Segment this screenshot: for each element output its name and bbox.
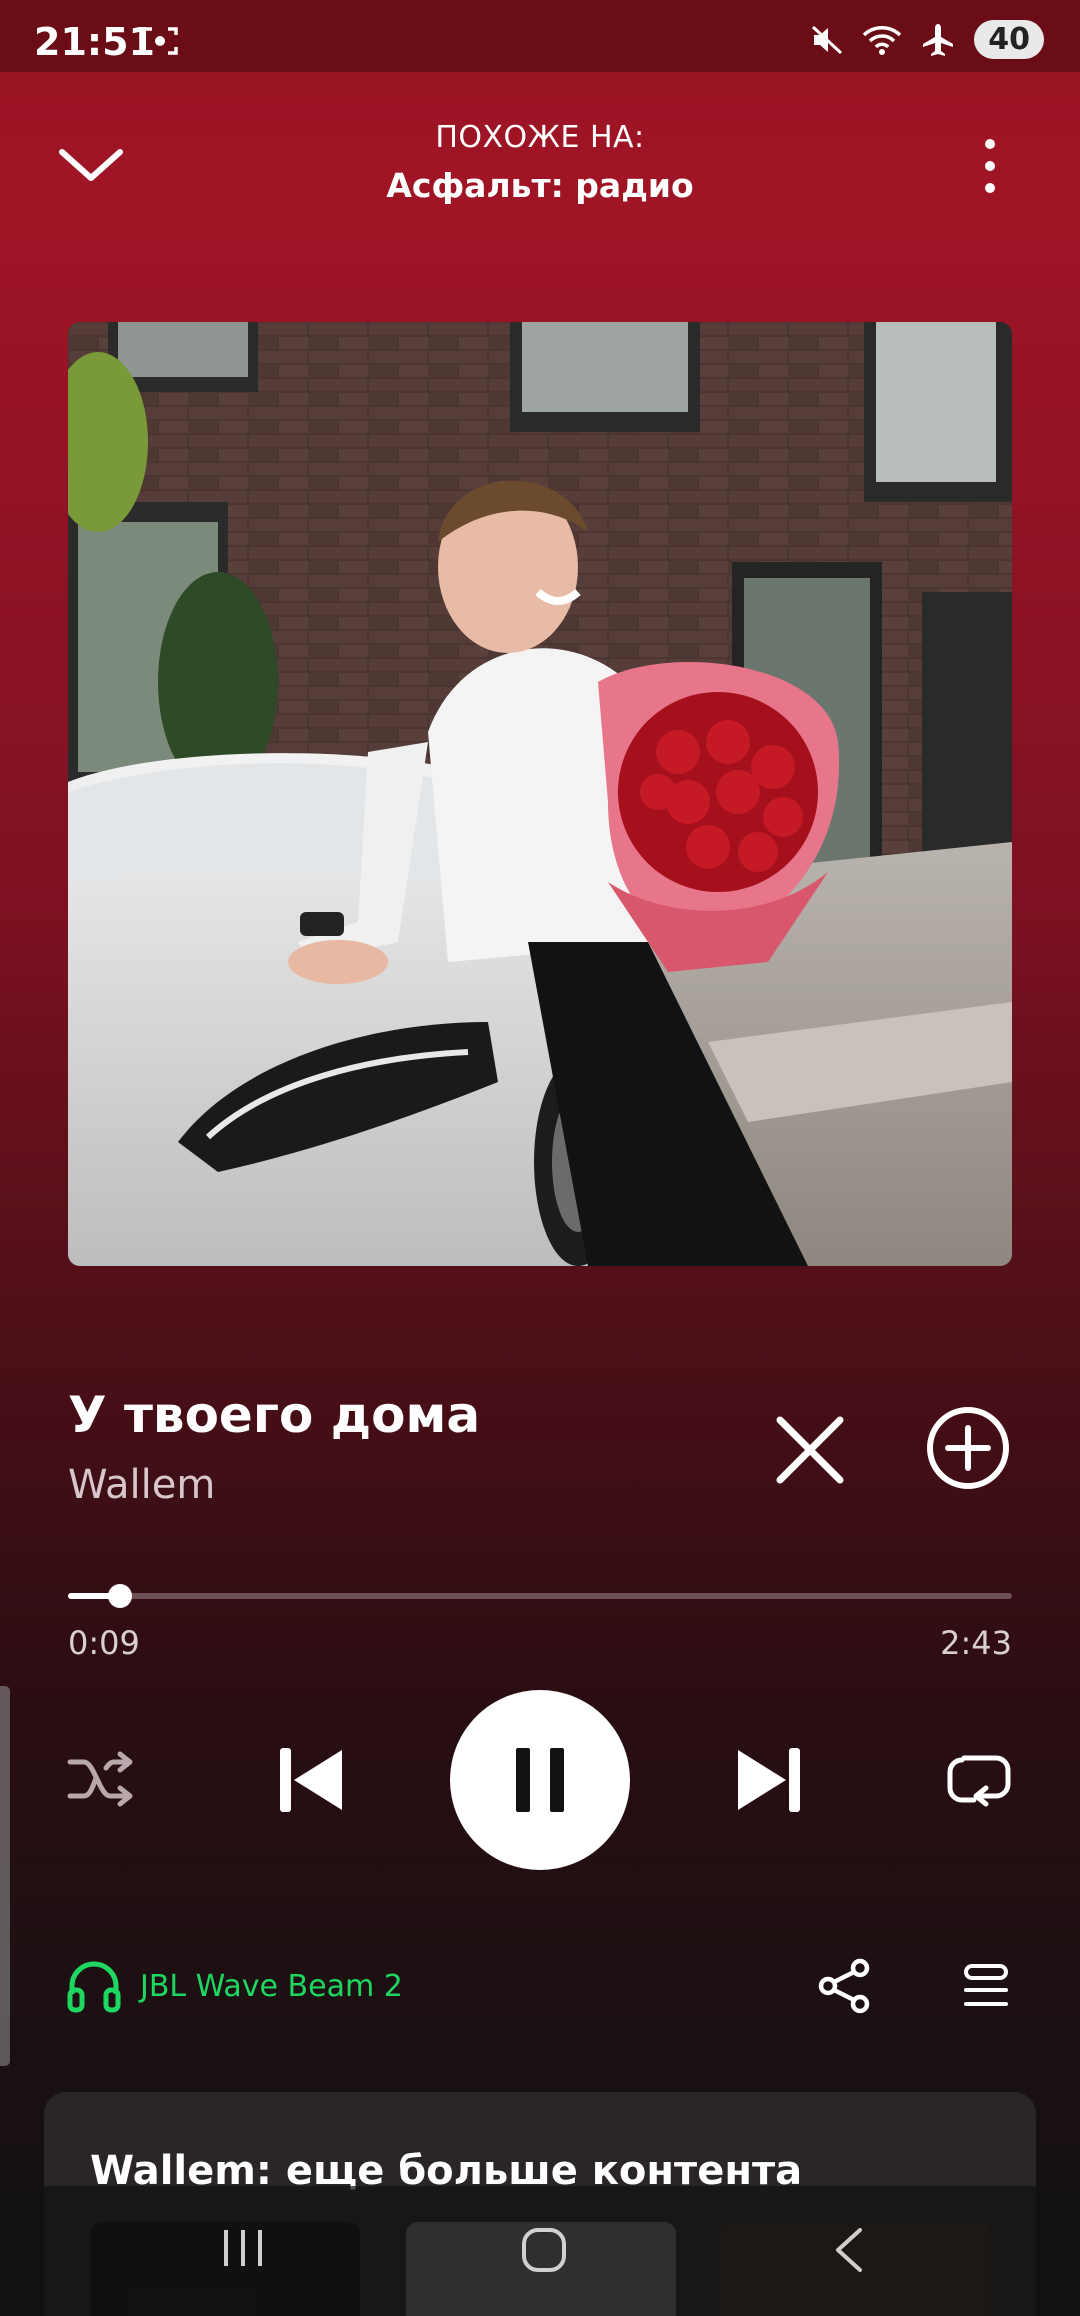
screen-record-icon bbox=[142, 27, 178, 55]
repeat-icon[interactable] bbox=[944, 1746, 1014, 1812]
system-navigation-bar bbox=[0, 2186, 1080, 2316]
album-cover bbox=[68, 322, 1012, 1266]
connected-device[interactable]: JBL Wave Beam 2 bbox=[66, 1958, 403, 2014]
mute-icon bbox=[812, 25, 843, 54]
wifi-icon bbox=[863, 25, 902, 55]
track-title[interactable]: У твоего дома bbox=[68, 1386, 480, 1444]
next-track-icon[interactable] bbox=[734, 1744, 804, 1816]
status-time: 21:51 bbox=[34, 20, 155, 64]
queue-icon[interactable] bbox=[962, 1962, 1010, 2010]
previous-track-icon[interactable] bbox=[276, 1744, 346, 1816]
context-title[interactable]: Асфальт: радио bbox=[0, 166, 1080, 205]
cover-illustration bbox=[68, 322, 1012, 1266]
pause-button[interactable] bbox=[450, 1690, 630, 1870]
airplane-icon bbox=[923, 23, 954, 56]
progress-bar[interactable] bbox=[68, 1584, 1012, 1608]
hide-song-icon[interactable] bbox=[770, 1410, 850, 1490]
edge-panel-handle[interactable] bbox=[0, 1686, 10, 2066]
now-playing-screen: 21:51 40 ПОХОЖЕ НА: Асфальт: радио У тво… bbox=[0, 0, 1080, 2316]
headphones-icon bbox=[67, 1961, 121, 2013]
total-duration: 2:43 bbox=[940, 1624, 1012, 1662]
elapsed-time: 0:09 bbox=[68, 1624, 140, 1662]
device-name: JBL Wave Beam 2 bbox=[140, 1968, 403, 2004]
status-icons: 40 bbox=[810, 20, 1044, 59]
track-artist[interactable]: Wallem bbox=[68, 1462, 215, 1508]
share-icon[interactable] bbox=[818, 1958, 870, 2014]
pause-icon bbox=[516, 1748, 564, 1812]
recent-apps-icon[interactable] bbox=[218, 2226, 268, 2270]
context-label: ПОХОЖЕ НА: bbox=[435, 120, 645, 155]
home-icon[interactable] bbox=[520, 2226, 568, 2274]
back-icon[interactable] bbox=[830, 2226, 870, 2274]
progress-knob[interactable] bbox=[107, 1584, 132, 1608]
status-bar: 21:51 40 bbox=[0, 0, 1080, 72]
battery-indicator: 40 bbox=[974, 20, 1044, 59]
add-to-library-icon[interactable] bbox=[924, 1404, 1012, 1492]
more-options-icon[interactable] bbox=[968, 134, 1012, 198]
shuffle-icon[interactable] bbox=[66, 1746, 136, 1812]
